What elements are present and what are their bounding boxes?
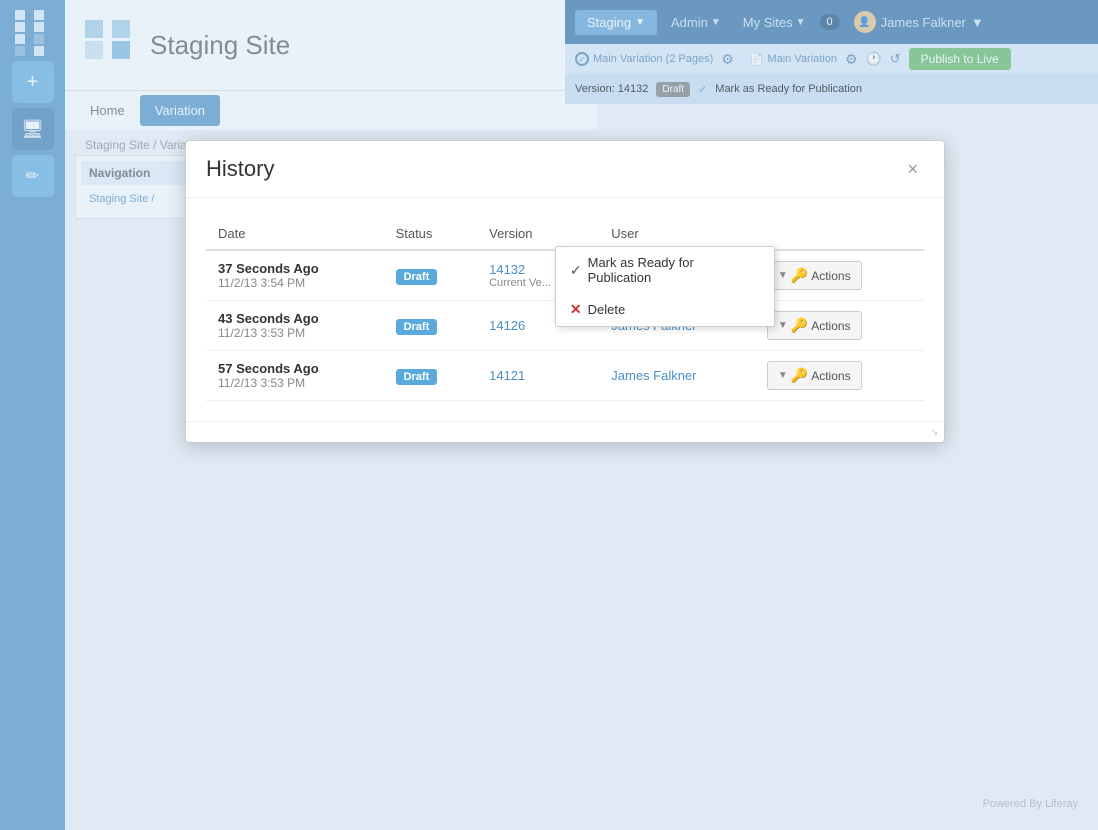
actions-button-2[interactable]: ▼ 🔑 Actions [767, 311, 862, 340]
user-link-3[interactable]: James Falkner [611, 368, 696, 383]
actions-key-icon-1: 🔑 [791, 267, 808, 284]
version-link-3[interactable]: 14121 [489, 368, 525, 383]
checkmark-icon: ✓ [570, 262, 582, 279]
actions-arrow-icon-3: ▼ [778, 370, 788, 381]
actions-key-icon-3: 🔑 [791, 367, 808, 384]
col-date: Date [206, 218, 384, 250]
history-modal: History × Date Status Version User 37 Se… [185, 140, 945, 443]
date-primary-2: 43 Seconds Ago [218, 311, 372, 326]
table-row: 57 Seconds Ago 11/2/13 3:53 PM Draft 141… [206, 351, 924, 401]
actions-label-3: Actions [811, 369, 850, 383]
version-link-2[interactable]: 14126 [489, 318, 525, 333]
modal-body: Date Status Version User 37 Seconds Ago … [186, 198, 944, 421]
modal-header: History × [186, 141, 944, 198]
status-badge-1: Draft [396, 269, 438, 285]
history-table: Date Status Version User 37 Seconds Ago … [206, 218, 924, 401]
resize-handle[interactable]: ↘ [930, 428, 942, 440]
date-secondary-2: 11/2/13 3:53 PM [218, 326, 372, 340]
actions-arrow-icon-1: ▼ [778, 270, 788, 281]
actions-label-1: Actions [811, 269, 850, 283]
modal-close-button[interactable]: × [901, 157, 924, 182]
date-secondary-3: 11/2/13 3:53 PM [218, 376, 372, 390]
actions-dropdown-1: ✓ Mark as Ready for Publication ✕ Delete [555, 246, 775, 327]
status-badge-2: Draft [396, 319, 438, 335]
actions-key-icon-2: 🔑 [791, 317, 808, 334]
modal-footer [186, 421, 944, 442]
actions-button-1[interactable]: ▼ 🔑 Actions [767, 261, 862, 290]
col-status: Status [384, 218, 478, 250]
date-primary-3: 57 Seconds Ago [218, 361, 372, 376]
status-badge-3: Draft [396, 369, 438, 385]
col-actions [755, 218, 924, 250]
actions-button-3[interactable]: ▼ 🔑 Actions [767, 361, 862, 390]
actions-arrow-icon-2: ▼ [778, 320, 788, 331]
mark-ready-item[interactable]: ✓ Mark as Ready for Publication [556, 247, 774, 293]
delete-x-icon: ✕ [570, 301, 582, 318]
version-link-1[interactable]: 14132 [489, 262, 525, 277]
date-primary-1: 37 Seconds Ago [218, 261, 372, 276]
table-row: 37 Seconds Ago 11/2/13 3:54 PM Draft 141… [206, 250, 924, 301]
actions-label-2: Actions [811, 319, 850, 333]
modal-title: History [206, 156, 274, 182]
date-secondary-1: 11/2/13 3:54 PM [218, 276, 372, 290]
delete-item[interactable]: ✕ Delete [556, 293, 774, 326]
